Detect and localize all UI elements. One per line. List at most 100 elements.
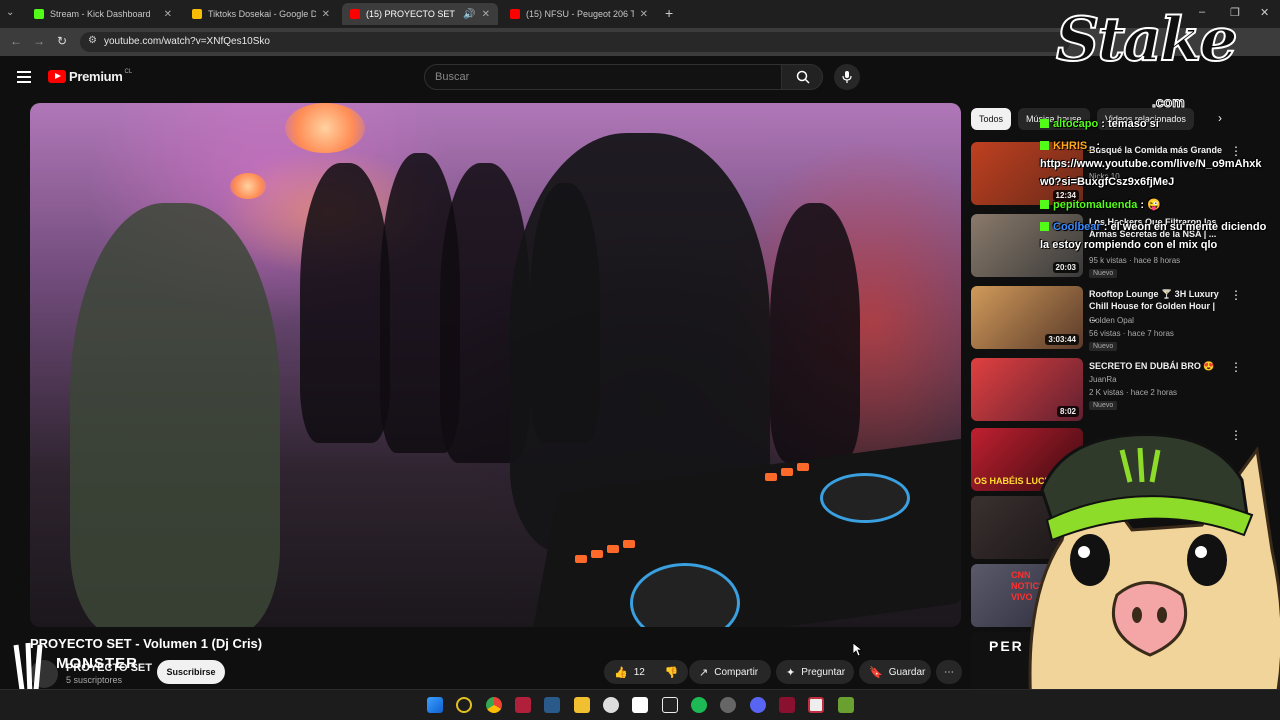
- back-icon[interactable]: ←: [10, 34, 22, 48]
- youtube-favicon-icon: [510, 9, 520, 19]
- url-text: youtube.com/watch?v=XNfQes10Sko: [104, 36, 270, 47]
- like-icon[interactable]: 👍: [614, 666, 628, 679]
- channel-name[interactable]: JuanRa: [1089, 375, 1117, 384]
- ceiling-light: [230, 173, 266, 199]
- video-duration: 3:03:44: [1045, 334, 1079, 345]
- chevron-right-icon[interactable]: ›: [1218, 111, 1222, 125]
- opera-icon[interactable]: [456, 697, 472, 713]
- search-button[interactable]: [781, 64, 823, 90]
- app-icon[interactable]: [779, 697, 795, 713]
- voice-search-button[interactable]: [834, 64, 860, 90]
- kick-favicon-icon: [34, 9, 44, 19]
- tab-proyecto-set[interactable]: (15) PROYECTO SET - Volum 🔊 ✕: [342, 3, 498, 25]
- logo-country: CL: [124, 68, 133, 75]
- crowd-person: [770, 203, 860, 463]
- youtube-favicon-icon: [350, 9, 360, 19]
- recommendation-item[interactable]: 3:03:44 Rooftop Lounge 🍸 3H Luxury Chill…: [971, 286, 1271, 351]
- recommendation-item[interactable]: 12:34 Busqué la Comida más Grande Nicks …: [971, 142, 1271, 206]
- chrome-icon[interactable]: [486, 697, 502, 713]
- capcut-icon[interactable]: [662, 697, 678, 713]
- ask-button[interactable]: ✦ Preguntar: [776, 660, 854, 684]
- paper-lantern: [285, 103, 365, 153]
- new-badge: Nuevo: [1089, 269, 1118, 278]
- youtube-logo[interactable]: Premium CL: [48, 69, 132, 84]
- app-icon[interactable]: [808, 697, 824, 713]
- dislike-icon[interactable]: 👎: [665, 666, 679, 679]
- mouse-cursor-icon: [853, 643, 862, 657]
- chat-message-text: la estoy rompiendo con el mix qlo: [1040, 239, 1218, 251]
- like-dislike-group: 👍 12 👎: [604, 660, 688, 684]
- chip-todos[interactable]: Todos: [971, 108, 1012, 130]
- like-count[interactable]: 12: [634, 667, 645, 678]
- drum-pad: [781, 468, 793, 476]
- drum-pad: [575, 555, 587, 563]
- video-thumbnail[interactable]: 8:02: [971, 358, 1083, 421]
- tab-nfsu[interactable]: (15) NFSU - Peugeot 206 Tunin ✕: [502, 3, 656, 25]
- thumbnail-text: PER: [989, 638, 1024, 654]
- windows-start-icon[interactable]: [427, 697, 443, 713]
- stake-logo-domain: .com: [1152, 94, 1186, 111]
- drum-pad: [623, 540, 635, 548]
- new-badge: Nuevo: [1089, 401, 1118, 410]
- recommendation-item[interactable]: 8:02 SECRETO EN DUBÁI BRO 😍 JuanRa 2 K v…: [971, 358, 1271, 422]
- close-window-icon[interactable]: ✕: [1260, 6, 1269, 19]
- save-button[interactable]: 🔖 Guardar: [859, 660, 931, 684]
- video-meta: 2 K vistas · hace 2 horas: [1089, 388, 1178, 397]
- jog-wheel: [820, 473, 910, 523]
- more-vert-icon[interactable]: ⋮: [1230, 144, 1242, 158]
- close-tab-icon[interactable]: ✕: [322, 9, 330, 20]
- chat-message: pepitomaluenda : 😜: [1040, 198, 1161, 211]
- file-explorer-icon[interactable]: [574, 697, 590, 713]
- video-thumbnail[interactable]: 3:03:44: [971, 286, 1083, 349]
- subscribe-button[interactable]: Suscribirse: [157, 660, 225, 684]
- share-button[interactable]: ↗ Compartir: [689, 660, 771, 684]
- crowd-person: [70, 203, 280, 627]
- menu-icon[interactable]: [17, 71, 31, 83]
- minecraft-icon[interactable]: [838, 697, 854, 713]
- video-duration: 8:02: [1056, 406, 1079, 417]
- search-placeholder: Buscar: [435, 71, 470, 83]
- drum-pad: [607, 545, 619, 553]
- video-title[interactable]: SECRETO EN DUBÁI BRO 😍: [1089, 360, 1224, 372]
- video-title[interactable]: Busqué la Comida más Grande: [1089, 144, 1224, 156]
- tab-search-icon[interactable]: ⌄: [6, 7, 14, 18]
- new-tab-button[interactable]: +: [665, 5, 673, 21]
- more-vert-icon[interactable]: ⋮: [1230, 288, 1242, 302]
- discord-icon[interactable]: [750, 697, 766, 713]
- tab-google-drive[interactable]: Tiktoks Dosekai - Google Drive ✕: [184, 3, 338, 25]
- video-meta: 95 k vistas · hace 8 horas: [1089, 256, 1181, 265]
- sparkle-icon: ✦: [786, 666, 796, 679]
- epic-games-icon[interactable]: [720, 697, 736, 713]
- forward-icon[interactable]: →: [33, 34, 45, 48]
- search-input[interactable]: Buscar: [424, 64, 782, 90]
- steam-icon[interactable]: [603, 697, 619, 713]
- youtube-play-icon: [48, 70, 66, 83]
- spotify-icon[interactable]: [691, 697, 707, 713]
- more-actions-button[interactable]: ⋯: [936, 660, 962, 684]
- google-drive-icon: [192, 9, 202, 19]
- search-icon: [796, 70, 810, 84]
- site-info-icon[interactable]: ⚙: [88, 35, 97, 46]
- video-duration: 20:03: [1052, 262, 1079, 273]
- kick-icon: [1040, 222, 1049, 231]
- kick-icon: [1040, 141, 1049, 150]
- media-app-icon[interactable]: [515, 697, 531, 713]
- mute-tab-icon[interactable]: 🔊: [463, 9, 475, 20]
- video-player[interactable]: [30, 103, 961, 627]
- close-tab-icon[interactable]: ✕: [482, 9, 490, 20]
- tab-kick-dashboard[interactable]: Stream - Kick Dashboard ✕: [26, 3, 180, 25]
- address-bar[interactable]: ⚙ youtube.com/watch?v=XNfQes10Sko: [80, 32, 1070, 52]
- video-meta: 56 vistas · hace 7 horas: [1089, 329, 1174, 338]
- drum-pad: [765, 473, 777, 481]
- app-icon[interactable]: [632, 697, 648, 713]
- close-tab-icon[interactable]: ✕: [640, 9, 648, 20]
- chat-message: KHRIS_ :: [1040, 140, 1100, 152]
- channel-name[interactable]: Golden Opal: [1089, 316, 1134, 325]
- reload-icon[interactable]: ↻: [57, 34, 67, 48]
- app-icon[interactable]: [544, 697, 560, 713]
- more-vert-icon[interactable]: ⋮: [1230, 360, 1242, 374]
- drum-pad: [591, 550, 603, 558]
- chat-message-text: w0?si=BuxgfCsz9x6fjMeJ: [1040, 176, 1175, 188]
- close-tab-icon[interactable]: ✕: [164, 9, 172, 20]
- microphone-icon: [842, 71, 852, 83]
